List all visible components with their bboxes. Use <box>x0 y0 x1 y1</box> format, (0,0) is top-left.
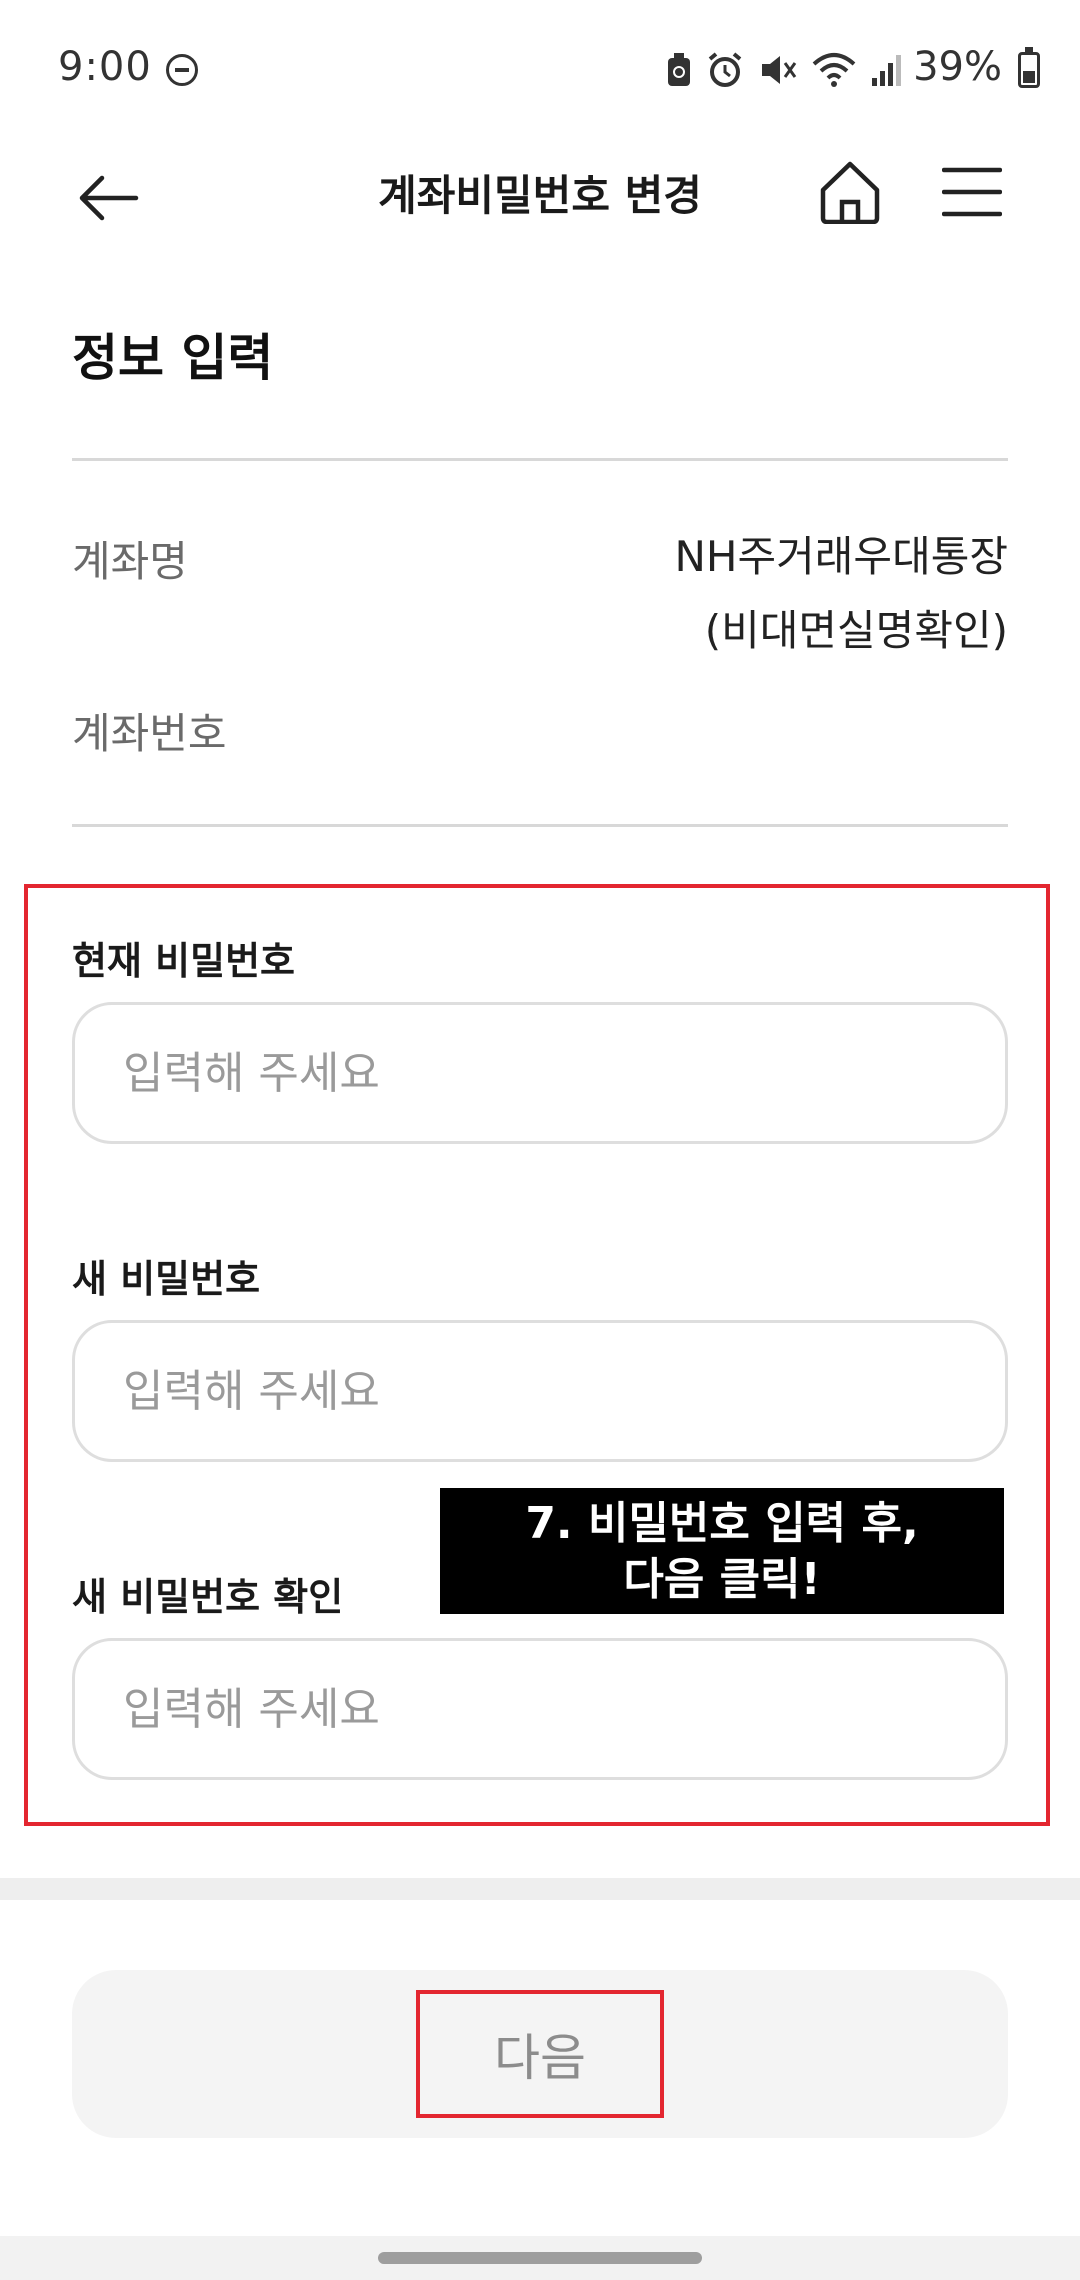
status-bar: 9:00 39% <box>0 0 1080 140</box>
battery-percent: 39% <box>913 44 1002 90</box>
page-title: 계좌비밀번호 변경 <box>378 171 702 220</box>
next-button-highlight <box>416 1990 664 2118</box>
bottom-separator <box>0 1878 1080 1900</box>
alarm-icon <box>708 52 742 87</box>
confirm-password-input[interactable] <box>72 1638 1008 1780</box>
home-icon <box>820 161 880 224</box>
annotation-line2: 다음 클릭! <box>623 1554 821 1605</box>
instruction-annotation: 7. 비밀번호 입력 후, 다음 클릭! <box>440 1488 1004 1614</box>
annotation-line1: 7. 비밀번호 입력 후, <box>525 1498 919 1549</box>
status-icons <box>666 48 904 92</box>
menu-button[interactable] <box>934 154 1010 230</box>
home-button[interactable] <box>812 154 888 230</box>
section-title: 정보 입력 <box>72 329 274 387</box>
current-password-label: 현재 비밀번호 <box>72 939 295 983</box>
account-name-value: NH주거래우대통장 (비대면실명확인) <box>675 520 1008 668</box>
home-gesture-handle[interactable] <box>378 2252 702 2264</box>
confirm-password-label: 새 비밀번호 확인 <box>72 1575 344 1619</box>
account-number-label: 계좌번호 <box>72 709 227 758</box>
wifi-icon <box>812 53 856 87</box>
signal-icon <box>872 55 901 86</box>
menu-icon <box>942 167 1002 217</box>
account-name-line1: NH주거래우대통장 <box>674 532 1008 581</box>
current-password-input[interactable] <box>72 1002 1008 1144</box>
app-header: 계좌비밀번호 변경 <box>0 140 1080 250</box>
status-time: 9:00 <box>58 44 152 90</box>
battery-icon <box>1018 47 1040 88</box>
account-name-label: 계좌명 <box>72 537 188 586</box>
dnd-icon <box>166 54 198 86</box>
divider-bottom <box>72 824 1008 827</box>
divider-top <box>72 458 1008 461</box>
sim-icon <box>668 53 690 86</box>
new-password-input[interactable] <box>72 1320 1008 1462</box>
mute-icon <box>762 56 797 84</box>
new-password-label: 새 비밀번호 <box>72 1257 261 1301</box>
account-name-line2: (비대면실명확인) <box>704 606 1008 655</box>
